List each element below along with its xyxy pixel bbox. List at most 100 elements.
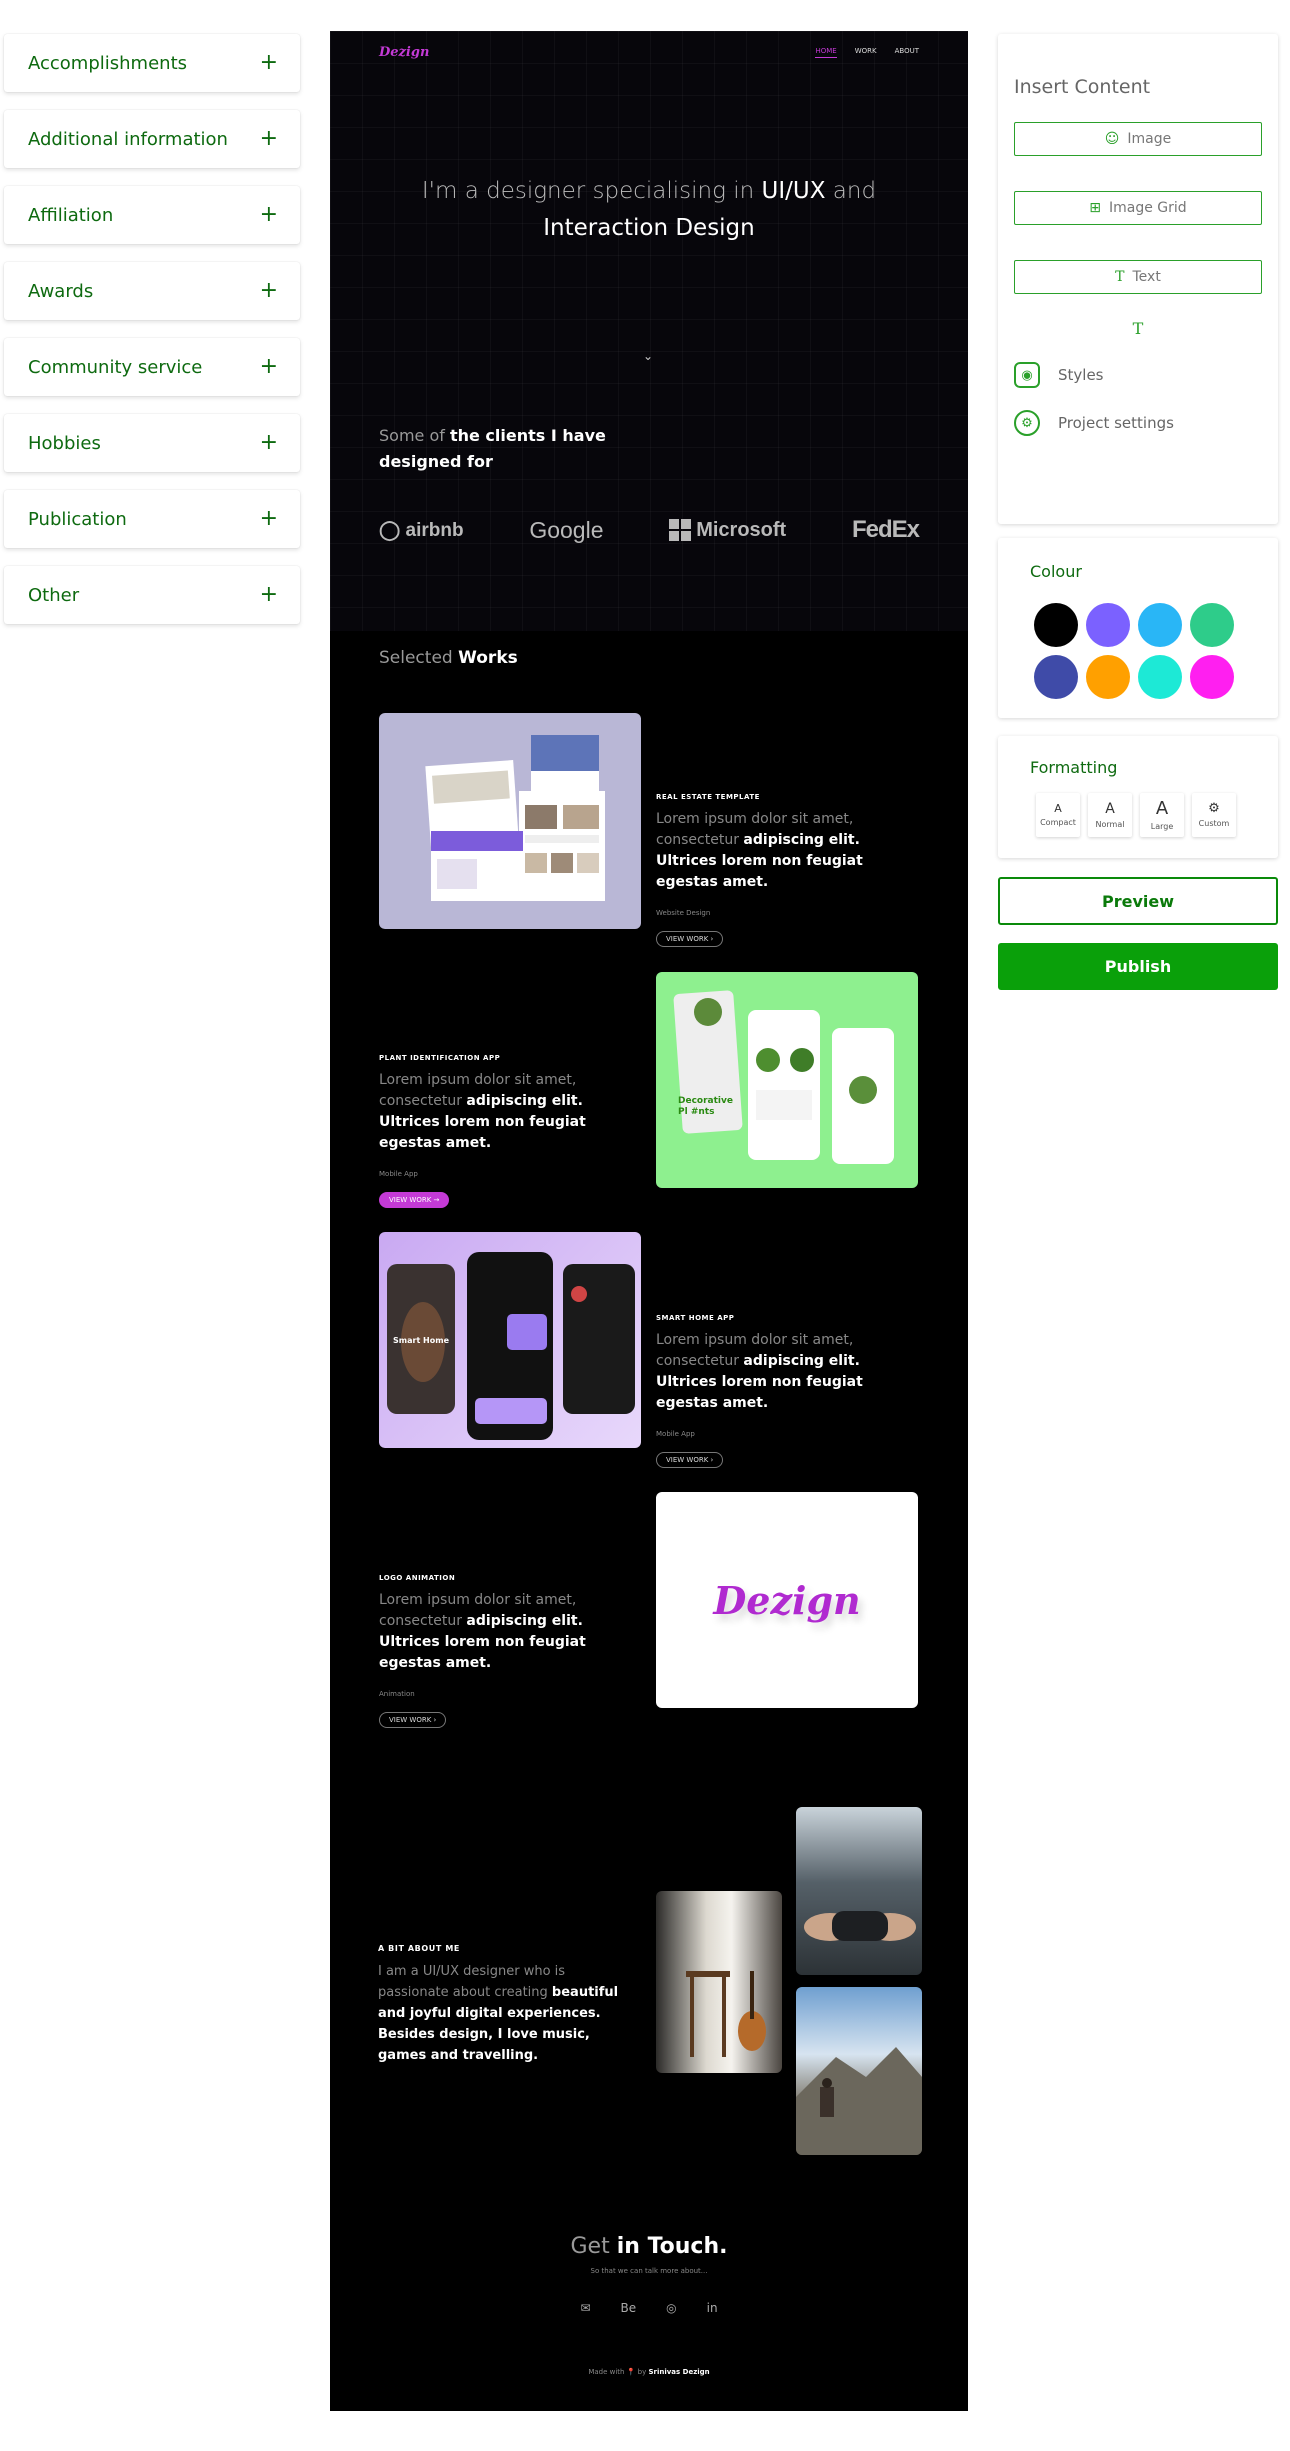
smart-card-title: Smart Home: [393, 1336, 450, 1345]
section-community-service[interactable]: Community service +: [4, 338, 300, 396]
section-sidebar: Accomplishments + Additional information +…: [4, 34, 300, 642]
section-accomplishments[interactable]: Accomplishments +: [4, 34, 300, 92]
clients-heading: Some of the clients I have designed for: [379, 423, 639, 475]
view-work-button[interactable]: VIEW WORK ›: [656, 931, 724, 947]
project-settings-link[interactable]: ⚙ Project settings: [1014, 410, 1262, 436]
plus-icon[interactable]: +: [260, 204, 278, 226]
microsoft-squares-icon: [669, 519, 692, 541]
swatch-orange[interactable]: [1086, 655, 1130, 699]
swatch-black[interactable]: [1034, 603, 1078, 647]
insert-content-title: Insert Content: [1014, 76, 1151, 98]
plant-app-thumbnail[interactable]: Decorative Pl #nts: [656, 972, 918, 1188]
smart-home-thumbnail[interactable]: Smart Home: [379, 1232, 641, 1448]
work-item-logo-animation: LOGO ANIMATION Lorem ipsum dolor sit ame…: [379, 1492, 919, 1728]
insert-image-button[interactable]: ☺ Image: [1014, 122, 1262, 156]
work-description: Lorem ipsum dolor sit amet, consectetur …: [656, 1330, 918, 1414]
view-work-button[interactable]: VIEW WORK →: [379, 1192, 450, 1208]
microsoft-logo: Microsoft: [669, 519, 786, 542]
section-label: Publication: [28, 508, 127, 530]
insert-image-grid-button[interactable]: ⊞ Image Grid: [1014, 191, 1262, 225]
preview-button[interactable]: Preview: [998, 877, 1278, 925]
section-affiliation[interactable]: Affiliation +: [4, 186, 300, 244]
colour-title: Colour: [1030, 562, 1082, 581]
swatch-green[interactable]: [1190, 603, 1234, 647]
client-logos: ◯ airbnb Google Microsoft FedEx: [379, 516, 920, 544]
normal-glyph: A: [1105, 800, 1115, 817]
work-type: Website Design: [656, 909, 711, 917]
logo-animation-thumbnail[interactable]: Dezign: [656, 1492, 918, 1708]
format-normal-button[interactable]: A Normal: [1088, 793, 1132, 837]
section-label: Additional information: [28, 128, 228, 150]
plus-icon[interactable]: +: [260, 52, 278, 74]
formatting-options: A Compact A Normal A Large ⚙ Custom: [1036, 793, 1246, 837]
plus-icon[interactable]: +: [260, 508, 278, 530]
section-label: Affiliation: [28, 204, 114, 226]
plus-icon[interactable]: +: [260, 432, 278, 454]
linkedin-icon[interactable]: in: [707, 2301, 718, 2315]
format-compact-button[interactable]: A Compact: [1036, 793, 1080, 837]
work-type: Animation: [379, 1690, 415, 1698]
swatch-sky-blue[interactable]: [1138, 603, 1182, 647]
custom-icon: ⚙: [1208, 801, 1220, 816]
selected-bold: Works: [458, 648, 518, 668]
view-work-label: VIEW WORK: [666, 935, 709, 943]
image-icon: ☺: [1104, 131, 1120, 147]
insert-text-button[interactable]: T Text: [1014, 260, 1262, 294]
gear-icon: ⚙: [1014, 410, 1040, 436]
dezign-logo-art: Dezign: [713, 1577, 861, 1623]
mail-icon[interactable]: ✉: [580, 2301, 590, 2315]
plus-icon[interactable]: +: [260, 356, 278, 378]
about-description: I am a UI/UX designer who is passionate …: [378, 1961, 628, 2066]
swatch-indigo[interactable]: [1034, 655, 1078, 699]
insert-image-grid-label: Image Grid: [1109, 200, 1187, 216]
insert-text-label: Text: [1132, 269, 1161, 285]
view-work-label: VIEW WORK: [666, 1456, 709, 1464]
section-awards[interactable]: Awards +: [4, 262, 300, 320]
footer-by: by: [635, 2368, 649, 2376]
publish-button[interactable]: Publish: [998, 943, 1278, 990]
section-other[interactable]: Other +: [4, 566, 300, 624]
gamepad-photo-art: [804, 1911, 916, 1941]
microsoft-wordmark: Microsoft: [696, 518, 787, 541]
behance-icon[interactable]: Be: [621, 2301, 637, 2315]
portfolio-logo[interactable]: Dezign: [379, 45, 429, 60]
guitar-photo[interactable]: [656, 1891, 782, 2073]
hero-bold-interaction: Interaction Design: [543, 215, 755, 241]
mountain-photo[interactable]: [796, 1987, 922, 2155]
section-label: Other: [28, 584, 80, 606]
plus-icon[interactable]: +: [260, 584, 278, 606]
format-large-button[interactable]: A Large: [1140, 793, 1184, 837]
nav-about[interactable]: ABOUT: [895, 47, 919, 58]
swatch-cyan[interactable]: [1138, 655, 1182, 699]
section-hobbies[interactable]: Hobbies +: [4, 414, 300, 472]
chevron-down-icon[interactable]: ⌄: [643, 349, 653, 363]
hero-mid: and: [825, 178, 877, 204]
formatting-panel: Formatting A Compact A Normal A Large ⚙ Cust…: [998, 736, 1278, 858]
nav-work[interactable]: WORK: [855, 47, 877, 58]
insert-image-label: Image: [1127, 131, 1172, 147]
selected-works-heading: Selected Works: [379, 648, 518, 668]
plus-icon[interactable]: +: [260, 280, 278, 302]
work-caption: LOGO ANIMATION: [379, 1574, 456, 1582]
text-tool-icon[interactable]: T: [1014, 319, 1262, 338]
portfolio-canvas[interactable]: Dezign HOME WORK ABOUT I'm a designer sp…: [330, 31, 968, 2411]
nav-home[interactable]: HOME: [815, 47, 837, 58]
swatch-purple[interactable]: [1086, 603, 1130, 647]
plus-icon[interactable]: +: [260, 128, 278, 150]
section-publication[interactable]: Publication +: [4, 490, 300, 548]
gamepad-photo[interactable]: [796, 1807, 922, 1975]
styles-link[interactable]: ◉ Styles: [1014, 362, 1262, 388]
dribbble-icon[interactable]: ◎: [666, 2301, 676, 2315]
work-item-plant-app: PLANT IDENTIFICATION APP Lorem ipsum dol…: [379, 972, 919, 1208]
view-work-button[interactable]: VIEW WORK ›: [656, 1452, 724, 1468]
work-text: REAL ESTATE TEMPLATE Lorem ipsum dolor s…: [656, 793, 918, 947]
project-settings-label: Project settings: [1058, 414, 1174, 432]
portfolio-footer: Made with 📍 by Srinivas Dezign: [330, 2368, 968, 2376]
section-additional-information[interactable]: Additional information +: [4, 110, 300, 168]
colour-swatches: [1034, 603, 1246, 699]
swatch-magenta[interactable]: [1190, 655, 1234, 699]
real-estate-thumbnail[interactable]: [379, 713, 641, 929]
view-work-button[interactable]: VIEW WORK ›: [379, 1712, 447, 1728]
format-custom-button[interactable]: ⚙ Custom: [1192, 793, 1236, 837]
footer-name[interactable]: Srinivas Dezign: [648, 2368, 709, 2376]
